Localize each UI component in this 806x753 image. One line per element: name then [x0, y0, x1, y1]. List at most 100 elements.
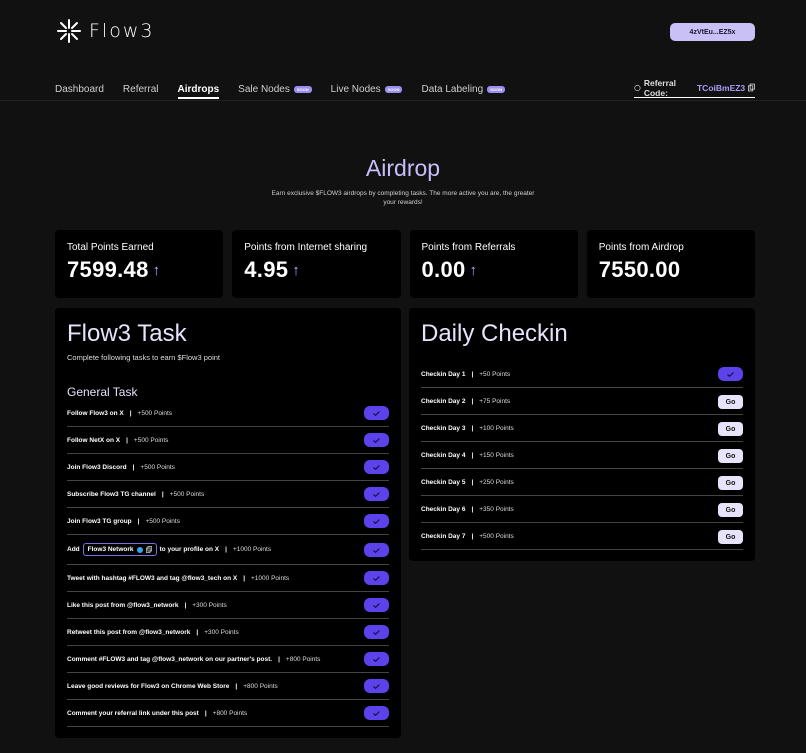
nav-label: Data Labeling [421, 83, 484, 95]
task-row: Follow Flow3 on X | +500 Points [67, 400, 389, 427]
checkmark-icon [373, 683, 380, 689]
brand-name: Flow3 [89, 20, 155, 42]
checkin-go-button[interactable]: Go [718, 449, 743, 463]
task-points: +500 Points [133, 436, 169, 444]
stat-value: 0.00 [421, 257, 466, 282]
checkin-go-button[interactable]: Go [718, 503, 743, 517]
task-name: Join Flow3 TG group [67, 517, 132, 525]
referral-code-value: TCoiBmEZ3 [696, 82, 746, 93]
nav-sale-nodes[interactable]: Sale Nodes SOON [238, 82, 312, 96]
checkmark-icon [373, 518, 380, 524]
checkin-day: Checkin Day 2 [421, 397, 466, 405]
task-done-button[interactable] [364, 571, 389, 585]
nav-label: Live Nodes [330, 83, 381, 95]
separator: | [471, 532, 474, 540]
checkmark-icon [373, 547, 380, 553]
task-name: Follow NetX on X [67, 436, 121, 444]
referral-code-label: Referral Code: [643, 77, 676, 98]
separator: | [471, 505, 474, 513]
task-done-button[interactable] [364, 598, 389, 612]
separator: | [471, 424, 474, 432]
task-name: Subscribe Flow3 TG channel [67, 490, 156, 498]
task-points: +500 Points [140, 463, 175, 471]
top-bar: Flow3 4zVtEu...EZ5x Dashboard Referral A… [0, 0, 806, 100]
checkmark-icon [373, 491, 380, 497]
task-points: +500 Points [145, 517, 180, 525]
main-nav: Dashboard Referral Airdrops Sale Nodes SO… [55, 82, 524, 99]
task-panel: Flow3 Task Complete following tasks to e… [55, 308, 401, 738]
stat-card-airdrop: Points from Airdrop 7550.00 [586, 230, 755, 298]
task-name: Join Flow3 Discord [67, 463, 127, 471]
checkin-row: Checkin Day 6 | +350 Points Go [421, 496, 743, 523]
wallet-button[interactable]: 4zVtEu...EZ5x [670, 23, 755, 41]
arrow-up-icon: ↑ [152, 261, 161, 279]
task-done-button[interactable] [364, 487, 389, 501]
arrow-up-icon: ↑ [469, 261, 478, 279]
nav-data-labeling[interactable]: Data Labeling SOON [421, 82, 505, 96]
nav-referral[interactable]: Referral [123, 82, 159, 96]
task-points: +1000 Points [232, 546, 272, 553]
nav-live-nodes[interactable]: Live Nodes SOON [331, 82, 403, 96]
task-done-button[interactable] [364, 433, 389, 447]
task-points: +800 Points [212, 709, 248, 717]
checkin-day: Checkin Day 6 [421, 505, 466, 513]
task-done-button[interactable] [364, 514, 389, 528]
task-done-button[interactable] [364, 679, 389, 693]
checkin-row: Checkin Day 4 | +150 Points Go [421, 442, 743, 469]
stat-card-total: Total Points Earned 7599.48 ↑ [55, 230, 224, 298]
stat-card-internet-sharing: Points from Internet sharing 4.95 ↑ [232, 230, 401, 298]
task-row: Follow NetX on X | +500 Points [67, 427, 389, 454]
stat-value: 7599.48 [67, 257, 149, 282]
task-name: Follow Flow3 on X [67, 409, 124, 417]
task-done-button[interactable] [364, 625, 389, 639]
stat-label: Total Points Earned [67, 242, 154, 253]
checkin-go-button[interactable]: Go [718, 530, 743, 544]
checkmark-icon [373, 602, 380, 608]
task-done-button[interactable] [364, 543, 389, 557]
soon-badge: SOON [293, 85, 312, 93]
checkin-points: +75 Points [479, 397, 511, 405]
task-name: Tweet with hashtag #FLOW3 and tag @flow3… [67, 574, 238, 582]
nav-airdrops[interactable]: Airdrops [177, 82, 219, 99]
nav-dashboard[interactable]: Dashboard [55, 82, 104, 96]
checkin-points: +250 Points [479, 478, 514, 486]
checkin-row: Checkin Day 2 | +75 Points Go [421, 388, 743, 415]
task-points: +300 Points [192, 601, 227, 609]
checkmark-icon [373, 410, 380, 416]
nav-label: Sale Nodes [238, 83, 290, 95]
nav-label: Dashboard [55, 83, 104, 95]
checkin-panel-title: Daily Checkin [421, 320, 568, 347]
flow3-network-chip[interactable]: Flow3 Network [82, 543, 157, 556]
page-subtitle: Earn exclusive $FLOW3 airdrops by comple… [271, 190, 535, 206]
soon-badge: SOON [384, 85, 403, 93]
checkmark-icon [373, 575, 380, 581]
checkin-points: +50 Points [479, 370, 511, 378]
brand-logo[interactable]: Flow3 [55, 17, 154, 45]
task-row: Join Flow3 Discord | +500 Points [67, 454, 389, 481]
separator: | [132, 463, 135, 471]
checkin-points: +150 Points [479, 451, 514, 459]
task-done-button[interactable] [364, 706, 389, 720]
checkmark-icon [373, 464, 380, 470]
task-row: Tweet with hashtag #FLOW3 and tag @flow3… [67, 565, 389, 592]
task-done-button[interactable] [364, 460, 389, 474]
verified-badge-icon [136, 546, 143, 553]
copy-icon[interactable] [145, 546, 152, 553]
checkin-go-button[interactable]: Go [718, 395, 743, 409]
checkin-done-button[interactable] [718, 367, 743, 381]
separator: | [137, 517, 140, 525]
copy-icon[interactable] [748, 83, 755, 92]
checkin-go-button[interactable]: Go [718, 422, 743, 436]
separator: | [471, 370, 474, 378]
checkin-points: +100 Points [479, 424, 514, 432]
task-done-button[interactable] [364, 406, 389, 420]
task-done-button[interactable] [364, 652, 389, 666]
task-row: Add Flow3 Network to your profile on X | +… [67, 535, 389, 565]
task-row: Join Flow3 TG group | +500 Points [67, 508, 389, 535]
task-name-suffix: to your profile on X [159, 546, 220, 553]
checkin-row: Checkin Day 7 | +500 Points Go [421, 523, 743, 550]
stat-label: Points from Airdrop [598, 242, 684, 253]
task-row: Subscribe Flow3 TG channel | +500 Points [67, 481, 389, 508]
general-task-heading: General Task [67, 385, 138, 399]
checkin-go-button[interactable]: Go [718, 476, 743, 490]
